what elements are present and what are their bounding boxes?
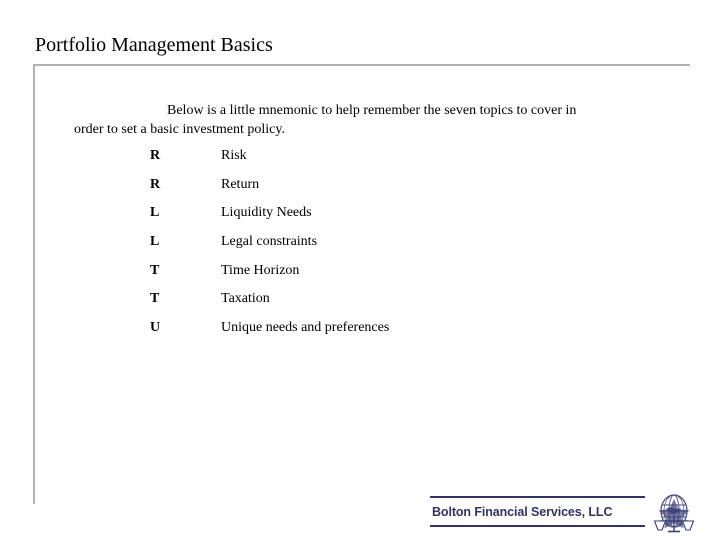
page-title: Portfolio Management Basics xyxy=(35,34,273,56)
mnemonic-letter: T xyxy=(150,262,160,278)
mnemonic-text: Taxation xyxy=(221,291,270,307)
list-item: U Unique needs and preferences xyxy=(150,320,600,349)
slide-canvas: Portfolio Management Basics Below is a l… xyxy=(0,0,720,540)
mnemonic-letter: R xyxy=(150,148,161,163)
mnemonic-letter: L xyxy=(150,234,160,250)
footer-rule-bottom xyxy=(430,525,645,527)
mnemonic-letter: T xyxy=(150,291,160,307)
list-item: R Return xyxy=(150,177,600,206)
mnemonic-text: Unique needs and preferences xyxy=(221,320,390,336)
mnemonic-text: Risk xyxy=(221,148,247,163)
list-item: L Liquidity Needs xyxy=(150,205,600,234)
mnemonic-text: Return xyxy=(221,176,260,192)
mnemonic-letter: U xyxy=(150,320,161,336)
intro-paragraph: Below is a little mnemonic to help remem… xyxy=(74,103,577,137)
left-border-rule xyxy=(33,64,35,504)
list-item: R Risk xyxy=(150,148,600,177)
list-item: T Time Horizon xyxy=(150,263,600,292)
footer-company-name: Bolton Financial Services, LLC xyxy=(432,505,613,519)
slide-footer: Bolton Financial Services, LLC xyxy=(428,494,720,540)
mnemonic-list: R Risk R Return L Liquidity Needs L Lega… xyxy=(150,148,600,349)
globe-star-scales-logo-icon xyxy=(650,491,698,537)
mnemonic-letter: L xyxy=(150,205,160,221)
mnemonic-text: Liquidity Needs xyxy=(221,205,312,221)
footer-rule-top xyxy=(430,496,645,498)
mnemonic-letter: R xyxy=(150,176,161,192)
list-item: L Legal constraints xyxy=(150,234,600,263)
list-item: T Taxation xyxy=(150,291,600,320)
mnemonic-text: Time Horizon xyxy=(221,262,300,278)
title-divider-rule xyxy=(33,64,690,66)
mnemonic-text: Legal constraints xyxy=(221,234,318,250)
